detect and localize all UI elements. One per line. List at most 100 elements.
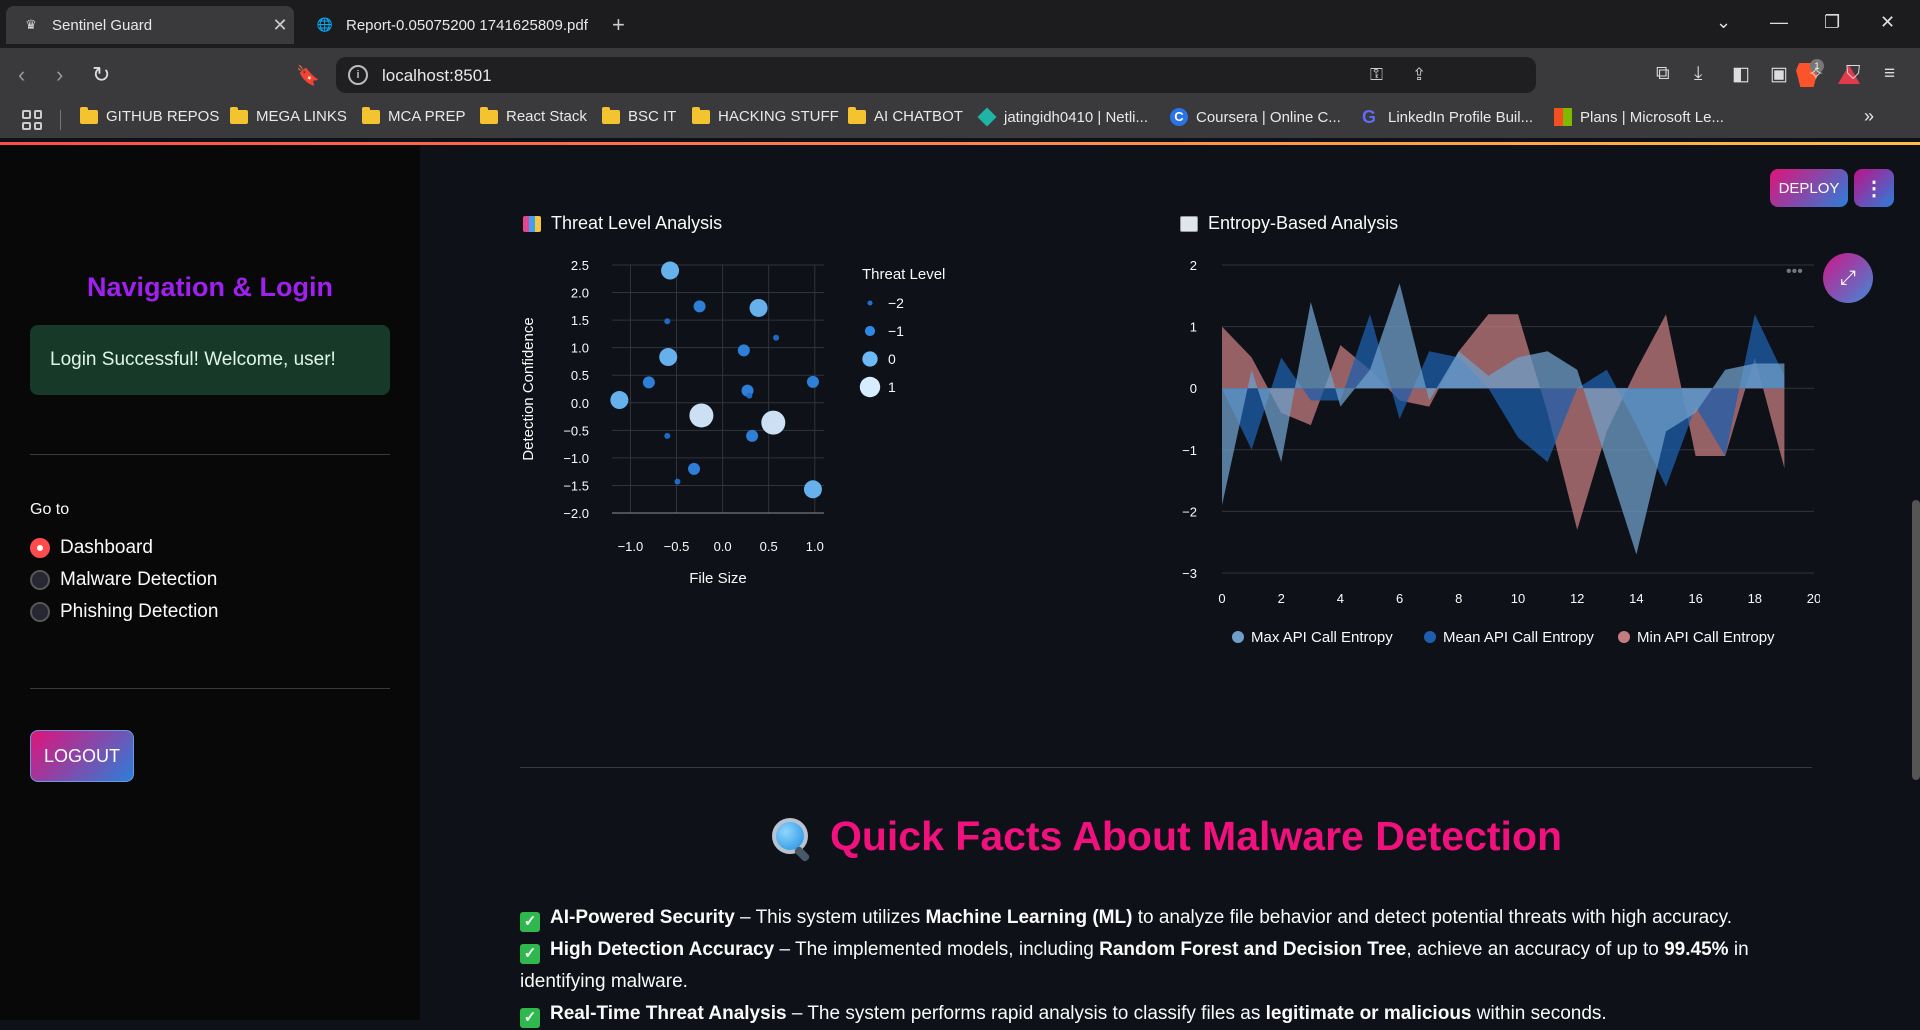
downloads-icon[interactable]: ⤓: [1694, 63, 1702, 85]
tab-sentinel-guard[interactable]: ♛ Sentinel Guard ✕: [6, 6, 294, 44]
fact-bold: legitimate or malicious: [1265, 1003, 1472, 1024]
x-tick-label: 10: [1511, 591, 1525, 606]
fullscreen-icon[interactable]: ⤢: [1823, 253, 1873, 303]
fact-item: ✓ Real-Time Threat Analysis – The system …: [520, 998, 1820, 1030]
url-text[interactable]: localhost:8501: [382, 66, 492, 86]
sidebar: Navigation & Login Login Successful! Wel…: [0, 145, 420, 1020]
radio-malware-detection[interactable]: Malware Detection: [30, 569, 217, 591]
folder-icon: [80, 106, 98, 124]
goto-label: Go to: [30, 501, 70, 518]
forward-icon[interactable]: ›: [56, 62, 63, 88]
y-tick-label: −0.5: [563, 423, 589, 438]
chart-title-text: Threat Level Analysis: [551, 213, 723, 233]
bookmark-linkedin-builder[interactable]: G LinkedIn Profile Buil...: [1362, 108, 1533, 126]
menu-icon[interactable]: ≡: [1884, 63, 1895, 85]
scatter-point: [806, 375, 819, 388]
radio-unselected-icon[interactable]: [30, 602, 50, 622]
leo-ai-icon[interactable]: ✧: [1808, 63, 1824, 86]
legend-label: 0: [888, 351, 896, 367]
bookmark-icon[interactable]: 🔖: [296, 64, 320, 88]
bookmark-github-repos[interactable]: GITHUB REPOS: [80, 106, 219, 125]
chart-options-icon[interactable]: •••: [1786, 263, 1803, 281]
fact-text: – The system performs rapid analysis to …: [786, 1003, 1266, 1024]
radio-selected-icon[interactable]: [30, 538, 50, 558]
bar-chart-icon: [523, 215, 541, 232]
microsoft-icon: [1554, 108, 1572, 126]
address-bar[interactable]: i localhost:8501 ⚿ ⇪ 1: [336, 57, 1860, 93]
bookmark-mega-links[interactable]: MEGA LINKS: [230, 106, 347, 125]
bookmark-netlify[interactable]: jatingidh0410 | Netli...: [977, 107, 1148, 127]
bookmark-ai-chatbot[interactable]: AI CHATBOT: [848, 106, 963, 125]
tab-search-icon[interactable]: ⌄: [1716, 12, 1731, 33]
apps-icon[interactable]: [22, 110, 42, 130]
close-tab-icon[interactable]: ✕: [266, 15, 294, 36]
radio-phishing-detection[interactable]: Phishing Detection: [30, 601, 218, 623]
radio-label: Phishing Detection: [60, 601, 219, 622]
scatter-point: [610, 391, 629, 410]
kebab-menu-icon[interactable]: ⋮: [1854, 169, 1894, 207]
tab-report-pdf[interactable]: 🌐 Report-0.05075200 1741625809.pdf: [300, 6, 600, 44]
legend-marker: [867, 300, 873, 306]
extensions-icon[interactable]: ⧉: [1656, 63, 1670, 85]
vpn-icon[interactable]: ⛉: [1846, 63, 1860, 85]
page-scrollbar[interactable]: [1912, 500, 1920, 780]
legend-label: −1: [888, 323, 904, 339]
wallet-icon[interactable]: ▣: [1770, 63, 1788, 86]
restore-icon[interactable]: ❐: [1824, 12, 1840, 33]
coursera-icon: C: [1170, 108, 1188, 126]
fact-bold: 99.45%: [1664, 939, 1729, 960]
bookmark-label: HACKING STUFF: [718, 108, 839, 125]
scatter-point: [689, 403, 714, 428]
fact-text: – The implemented models, including: [774, 939, 1100, 960]
radio-dashboard[interactable]: Dashboard: [30, 537, 153, 559]
y-tick-label: 1: [1190, 320, 1197, 335]
more-bookmarks-icon[interactable]: »: [1864, 106, 1874, 127]
x-tick-label: −1.0: [618, 539, 644, 554]
x-tick-label: 12: [1570, 591, 1584, 606]
bookmark-label: React Stack: [506, 108, 587, 125]
x-tick-label: 1.0: [806, 539, 824, 554]
bookmark-coursera[interactable]: C Coursera | Online C...: [1170, 108, 1341, 126]
bookmark-microsoft-learn[interactable]: Plans | Microsoft Le...: [1554, 108, 1724, 126]
folder-icon: [230, 106, 248, 124]
radio-unselected-icon[interactable]: [30, 570, 50, 590]
bookmark-react-stack[interactable]: React Stack: [480, 106, 587, 125]
radio-label: Dashboard: [60, 537, 153, 558]
bookmark-label: LinkedIn Profile Buil...: [1388, 108, 1534, 126]
bookmark-bsc-it[interactable]: BSC IT: [602, 106, 676, 125]
folder-icon: [848, 106, 866, 124]
x-tick-label: 20: [1807, 591, 1820, 606]
radio-label: Malware Detection: [60, 569, 218, 590]
tab-strip: ♛ Sentinel Guard ✕ 🌐 Report-0.05075200 1…: [0, 0, 1920, 48]
scatter-point: [661, 261, 680, 280]
bookmarks-separator: [60, 110, 61, 130]
deploy-button[interactable]: DEPLOY: [1770, 169, 1848, 207]
logout-button[interactable]: LOGOUT: [30, 730, 134, 782]
fact-text: within seconds.: [1471, 1003, 1607, 1024]
y-tick-label: −2.0: [563, 506, 589, 521]
sidebar-toggle-icon[interactable]: ◧: [1732, 63, 1750, 86]
key-icon[interactable]: ⚿: [1370, 65, 1383, 85]
bookmark-mca-prep[interactable]: MCA PREP: [362, 106, 466, 125]
login-success-alert: Login Successful! Welcome, user!: [30, 325, 390, 395]
y-tick-label: −3: [1182, 566, 1197, 581]
legend-label: Mean API Call Entropy: [1443, 629, 1594, 646]
legend-label: −2: [888, 295, 904, 311]
scatter-point: [803, 480, 822, 499]
close-window-icon[interactable]: ✕: [1880, 12, 1895, 33]
reload-icon[interactable]: ↻: [92, 62, 110, 88]
scatter-point: [746, 429, 759, 442]
new-tab-icon[interactable]: +: [612, 12, 625, 38]
legend-marker: [862, 351, 878, 367]
site-info-icon[interactable]: i: [348, 65, 368, 85]
scatter-point: [761, 410, 786, 435]
minimize-icon[interactable]: —: [1770, 12, 1788, 33]
share-icon[interactable]: ⇪: [1412, 65, 1426, 85]
bookmark-hacking-stuff[interactable]: HACKING STUFF: [692, 106, 839, 125]
y-tick-label: 2: [1190, 258, 1197, 273]
scatter-point: [664, 432, 671, 439]
legend-label: Min API Call Entropy: [1637, 629, 1775, 646]
back-icon[interactable]: ‹: [18, 62, 25, 88]
fact-bold: AI-Powered Security: [550, 907, 735, 928]
x-tick-label: 0.5: [760, 539, 778, 554]
